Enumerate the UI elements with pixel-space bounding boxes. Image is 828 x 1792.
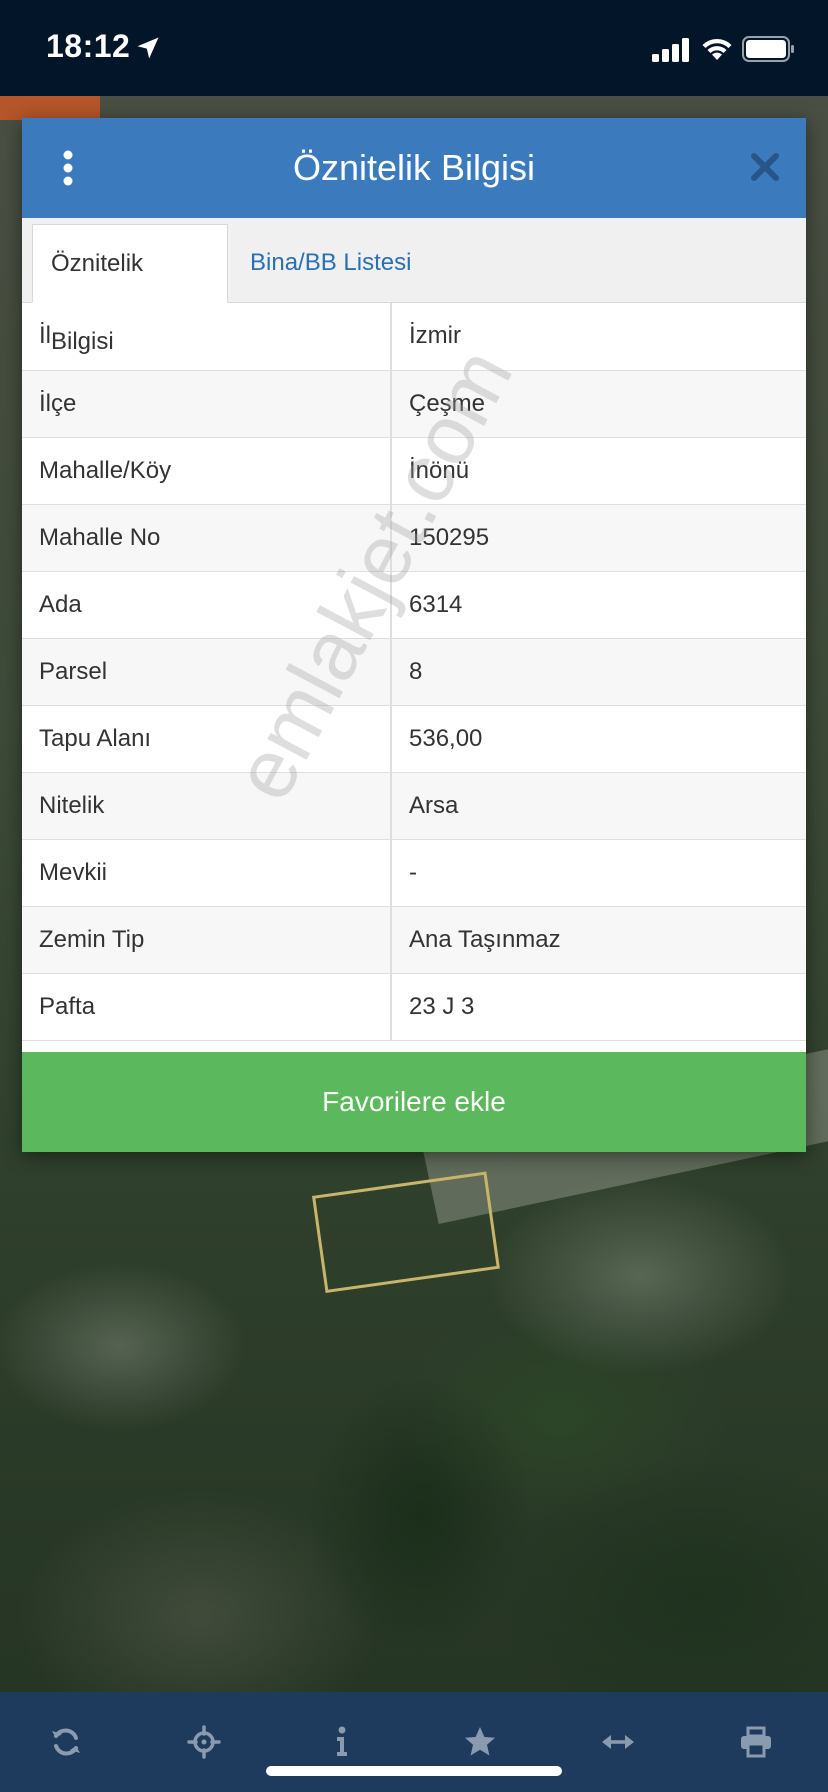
attribute-value: 6314 bbox=[391, 571, 806, 639]
add-to-favorites-button[interactable]: Favorilere ekle bbox=[22, 1052, 806, 1152]
tab-building-list[interactable]: Bina/BB Listesi bbox=[250, 224, 411, 302]
attribute-value: Ana Taşınmaz bbox=[391, 906, 806, 974]
attribute-key: Nitelik bbox=[22, 772, 392, 840]
status-bar: 18:12 bbox=[0, 0, 828, 96]
print-icon bbox=[741, 1726, 771, 1758]
table-row: Mevkii - bbox=[22, 839, 806, 907]
attribute-value: 23 J 3 bbox=[391, 973, 806, 1041]
attribute-value: 8 bbox=[391, 638, 806, 706]
attribute-value: - bbox=[391, 839, 806, 907]
table-row: Zemin Tip Ana Taşınmaz bbox=[22, 906, 806, 974]
favorites-button[interactable] bbox=[452, 1714, 508, 1770]
tab-attribute-info[interactable]: Öznitelik Bilgisi bbox=[32, 224, 228, 355]
table-row: Ada 6314 bbox=[22, 571, 806, 639]
attribute-value: İnönü bbox=[391, 437, 806, 505]
attribute-value: Çeşme bbox=[391, 370, 806, 438]
attribute-key: İl bbox=[22, 303, 392, 371]
attribute-key: Zemin Tip bbox=[22, 906, 392, 974]
bottom-toolbar bbox=[0, 1692, 828, 1792]
attribute-value: Arsa bbox=[391, 772, 806, 840]
close-icon[interactable] bbox=[750, 152, 780, 182]
attribute-table: İl İzmir İlçe Çeşme Mahalle/Köy İnönü Ma… bbox=[22, 303, 806, 1041]
measure-icon bbox=[602, 1735, 634, 1749]
dialog-header: Öznitelik Bilgisi bbox=[22, 118, 806, 218]
attribute-key: Mahalle/Köy bbox=[22, 437, 392, 505]
table-row: Nitelik Arsa bbox=[22, 772, 806, 840]
home-indicator[interactable] bbox=[266, 1766, 562, 1776]
status-time: 18:12 bbox=[46, 28, 131, 64]
table-row: Tapu Alanı 536,00 bbox=[22, 705, 806, 773]
attribute-key: Mahalle No bbox=[22, 504, 392, 572]
table-row: Pafta 23 J 3 bbox=[22, 973, 806, 1041]
table-row: İlçe Çeşme bbox=[22, 370, 806, 438]
crosshair-icon bbox=[187, 1725, 221, 1759]
refresh-button[interactable] bbox=[38, 1714, 94, 1770]
attribute-key: İlçe bbox=[22, 370, 392, 438]
parcel-outline[interactable] bbox=[312, 1171, 500, 1294]
info-icon bbox=[337, 1726, 347, 1756]
battery-icon bbox=[742, 36, 794, 62]
vertical-dots-icon[interactable] bbox=[60, 150, 76, 186]
attribute-key: Ada bbox=[22, 571, 392, 639]
table-row: Mahalle/Köy İnönü bbox=[22, 437, 806, 505]
attribute-value: 150295 bbox=[391, 504, 806, 572]
wifi-icon bbox=[702, 38, 732, 60]
measure-button[interactable] bbox=[590, 1714, 646, 1770]
tab-strip: Öznitelik Bilgisi Bina/BB Listesi bbox=[22, 218, 806, 355]
cellular-signal-icon bbox=[652, 38, 689, 62]
table-row: Mahalle No 150295 bbox=[22, 504, 806, 572]
map-building-rooftop bbox=[0, 96, 100, 120]
refresh-icon bbox=[52, 1728, 80, 1756]
attribute-value: 536,00 bbox=[391, 705, 806, 773]
attribute-key: Parsel bbox=[22, 638, 392, 706]
print-button[interactable] bbox=[728, 1714, 784, 1770]
dialog-title: Öznitelik Bilgisi bbox=[292, 147, 536, 188]
attribute-key: Mevkii bbox=[22, 839, 392, 907]
location-arrow-icon bbox=[137, 37, 159, 59]
star-icon bbox=[465, 1727, 495, 1756]
attribute-key: Tapu Alanı bbox=[22, 705, 392, 773]
locate-button[interactable] bbox=[176, 1714, 232, 1770]
attribute-key: Pafta bbox=[22, 973, 392, 1041]
attribute-value: İzmir bbox=[391, 303, 806, 371]
table-row: Parsel 8 bbox=[22, 638, 806, 706]
info-button[interactable] bbox=[314, 1714, 370, 1770]
table-row: İl İzmir bbox=[22, 303, 806, 371]
attribute-dialog: Öznitelik Bilgisi Öznitelik Bilgisi Bina… bbox=[22, 118, 806, 1152]
